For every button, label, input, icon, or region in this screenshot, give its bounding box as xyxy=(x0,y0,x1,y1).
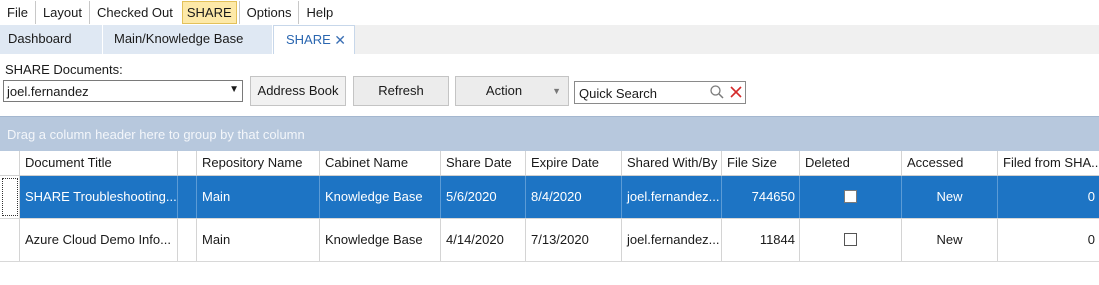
cell-shared-with[interactable]: joel.fernandez... xyxy=(622,219,722,261)
action-button[interactable]: Action ▼ xyxy=(455,76,569,106)
tab-dashboard[interactable]: Dashboard xyxy=(0,25,103,54)
focus-rectangle xyxy=(2,178,18,216)
menu-layout[interactable]: Layout xyxy=(34,1,89,24)
action-button-label: Action xyxy=(485,83,523,98)
cell-expire-date[interactable]: 7/13/2020 xyxy=(526,219,622,261)
cell-shared-with[interactable]: joel.fernandez... xyxy=(622,176,722,218)
chevron-down-icon: ▼ xyxy=(552,86,561,96)
row-indicator[interactable] xyxy=(0,176,20,218)
group-by-hint: Drag a column header here to group by th… xyxy=(7,127,305,142)
clear-icon[interactable] xyxy=(728,84,744,100)
table-row[interactable]: Azure Cloud Demo Info... Main Knowledge … xyxy=(0,219,1099,262)
menu-share[interactable]: SHARE xyxy=(181,1,237,24)
menu-options[interactable]: Options xyxy=(238,1,299,24)
quick-search-input[interactable]: Quick Search xyxy=(574,81,746,104)
quick-search-placeholder: Quick Search xyxy=(579,86,658,101)
cell-filed-from-share[interactable]: 0 xyxy=(998,219,1099,261)
column-header-cabinet-name[interactable]: Cabinet Name xyxy=(320,151,441,175)
column-header-document-title[interactable]: Document Title xyxy=(20,151,178,175)
cell-file-size[interactable]: 744650 xyxy=(722,176,800,218)
column-header-accessed[interactable]: Accessed xyxy=(902,151,998,175)
deleted-checkbox[interactable] xyxy=(844,232,857,246)
row-indicator-header xyxy=(0,151,20,175)
column-header-share-date[interactable]: Share Date xyxy=(441,151,526,175)
address-book-button[interactable]: Address Book xyxy=(250,76,346,106)
tab-label: Main/Knowledge Base xyxy=(114,31,244,46)
cell-share-date[interactable]: 4/14/2020 xyxy=(441,219,526,261)
cell-file-size[interactable]: 11844 xyxy=(722,219,800,261)
column-header-expire-date[interactable]: Expire Date xyxy=(526,151,622,175)
deleted-checkbox[interactable] xyxy=(844,189,857,203)
cell-deleted[interactable] xyxy=(800,219,902,261)
tab-label: Dashboard xyxy=(8,31,72,46)
menu-file[interactable]: File xyxy=(0,1,35,24)
column-header-blank[interactable] xyxy=(178,151,197,175)
cell-document-title[interactable]: SHARE Troubleshooting... xyxy=(20,176,178,218)
row-indicator[interactable] xyxy=(0,219,20,261)
cell-cabinet-name[interactable]: Knowledge Base xyxy=(320,219,441,261)
cell-document-title[interactable]: Azure Cloud Demo Info... xyxy=(20,219,178,261)
refresh-button[interactable]: Refresh xyxy=(353,76,449,106)
tab-share[interactable]: SHARE ✕ xyxy=(273,25,355,54)
user-select[interactable]: joel.fernandez ▼ xyxy=(3,80,243,102)
menu-checked-out[interactable]: Checked Out xyxy=(89,1,180,24)
close-icon[interactable]: ✕ xyxy=(334,26,346,54)
cell-share-date[interactable]: 5/6/2020 xyxy=(441,176,526,218)
column-header-repository-name[interactable]: Repository Name xyxy=(197,151,320,175)
user-select-value: joel.fernandez xyxy=(7,84,89,99)
cell-blank[interactable] xyxy=(178,219,197,261)
tab-main-knowledge-base[interactable]: Main/Knowledge Base xyxy=(103,25,273,54)
cell-expire-date[interactable]: 8/4/2020 xyxy=(526,176,622,218)
share-documents-label: SHARE Documents: xyxy=(5,62,123,77)
cell-blank[interactable] xyxy=(178,176,197,218)
column-header-deleted[interactable]: Deleted xyxy=(800,151,902,175)
table-row[interactable]: SHARE Troubleshooting... Main Knowledge … xyxy=(0,176,1099,219)
group-by-panel[interactable]: Drag a column header here to group by th… xyxy=(0,116,1099,151)
cell-repository-name[interactable]: Main xyxy=(197,219,320,261)
menu-bar: File Layout Checked Out SHARE Options He… xyxy=(0,0,1099,25)
column-header-file-size[interactable]: File Size xyxy=(722,151,800,175)
cell-cabinet-name[interactable]: Knowledge Base xyxy=(320,176,441,218)
cell-deleted[interactable] xyxy=(800,176,902,218)
menu-help[interactable]: Help xyxy=(298,1,340,24)
grid-header: Document Title Repository Name Cabinet N… xyxy=(0,151,1099,176)
tab-label: SHARE xyxy=(286,32,331,47)
cell-accessed[interactable]: New xyxy=(902,219,998,261)
dropdown-arrow-icon[interactable]: ▼ xyxy=(229,84,239,95)
cell-repository-name[interactable]: Main xyxy=(197,176,320,218)
column-header-shared-with[interactable]: Shared With/By xyxy=(622,151,722,175)
cell-accessed[interactable]: New xyxy=(902,176,998,218)
search-icon[interactable] xyxy=(709,84,725,100)
cell-filed-from-share[interactable]: 0 xyxy=(998,176,1099,218)
tab-bar: Dashboard Main/Knowledge Base SHARE ✕ xyxy=(0,25,1099,54)
column-header-filed-from-share[interactable]: Filed from SHA... xyxy=(998,151,1099,175)
